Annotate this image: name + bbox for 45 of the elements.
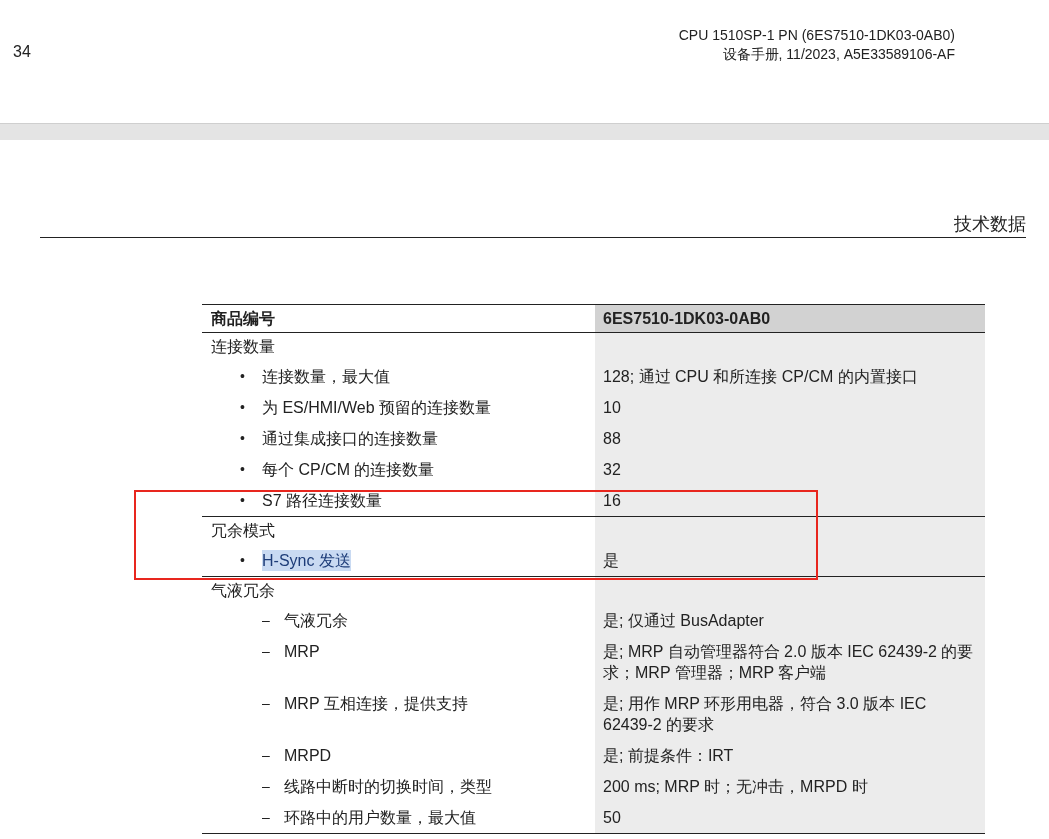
spec-label: MRPD [284, 746, 332, 766]
spec-value: 200 ms; MRP 时；无冲击，MRPD 时 [603, 778, 868, 795]
spec-value: 10 [603, 399, 621, 416]
bullet-marker: • [240, 429, 246, 448]
spec-label: S7 路径连接数量 [262, 491, 382, 511]
spec-label: 气液冗余 [284, 611, 348, 631]
spec-value: 是 [603, 552, 619, 569]
spec-label: 为 ES/HMI/Web 预留的连接数量 [262, 398, 492, 418]
spec-label: MRP [284, 642, 320, 662]
header-title: CPU 1510SP-1 PN (6ES7510-1DK03-0AB0) [678, 26, 955, 45]
dash-marker: – [262, 746, 271, 765]
spec-label: 每个 CP/CM 的连接数量 [262, 460, 435, 480]
spec-value: 是; 仅通过 BusAdapter [603, 612, 764, 629]
spec-value: 88 [603, 430, 621, 447]
group-title: 连接数量 [211, 338, 275, 355]
dash-marker: – [262, 642, 271, 661]
table-header-cell: 6ES7510-1DK03-0AB0 [595, 305, 985, 332]
table-header-cell-text: 商品编号 [210, 309, 276, 329]
spec-value: 50 [603, 809, 621, 826]
spec-label: 线路中断时的切换时间，类型 [284, 777, 492, 797]
spec-value: 16 [603, 492, 621, 509]
dash-marker: – [262, 777, 271, 796]
spec-value: 是; 用作 MRP 环形用电器，符合 3.0 版本 IEC 62439-2 的要求 [603, 695, 927, 733]
spec-label: 环路中的用户数量，最大值 [284, 808, 476, 828]
spec-value: 128; 通过 CPU 和所连接 CP/CM 的内置接口 [603, 368, 918, 385]
bullet-marker: • [240, 398, 246, 417]
spec-label: H-Sync 发送 [262, 550, 351, 571]
spec-label: MRP 互相连接，提供支持 [284, 694, 468, 714]
dash-marker: – [262, 694, 271, 713]
dash-marker: – [262, 808, 271, 827]
header-subtitle: 设备手册, 11/2023, A5E33589106-AF [722, 45, 955, 64]
bullet-marker: • [240, 551, 246, 570]
bullet-marker: • [240, 460, 246, 479]
spec-value: 32 [603, 461, 621, 478]
spec-value: 是; MRP 自动管理器符合 2.0 版本 IEC 62439-2 的要求；MRP 管理器；MRP 客户端 [603, 643, 974, 681]
group-title: 冗余模式 [211, 522, 275, 539]
bullet-marker: • [240, 367, 246, 386]
spec-value: 是; 前提条件：IRT [603, 747, 734, 764]
section-title: 技术数据 [954, 213, 1026, 236]
page-number: 34 [13, 42, 31, 62]
bullet-marker: • [240, 491, 246, 510]
spec-label: 连接数量，最大值 [262, 367, 390, 387]
spec-label: 通过集成接口的连接数量 [262, 429, 438, 449]
dash-marker: – [262, 611, 271, 630]
group-title: 气液冗余 [211, 582, 275, 599]
